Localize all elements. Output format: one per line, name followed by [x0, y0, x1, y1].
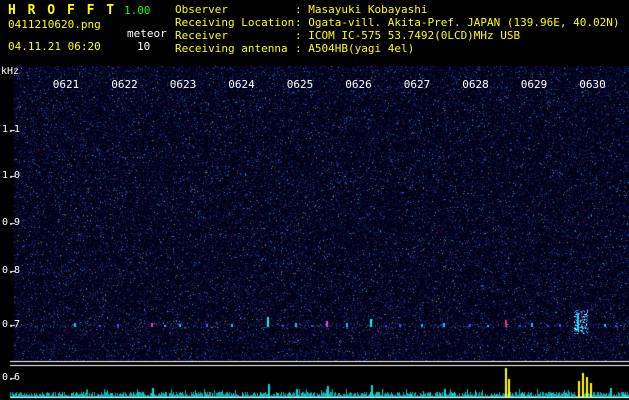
x-tick-label: 0629	[520, 78, 548, 91]
observer-info-block: Observer : Masayuki Kobayashi Receiving Lo…	[175, 3, 620, 55]
info-label: Receiving Location	[175, 16, 295, 29]
x-tick-label: 0628	[462, 78, 489, 91]
y-axis-unit-label: kHz	[1, 66, 20, 77]
y-tick-label: 0.7	[2, 319, 21, 330]
y-tick-label: 0.8	[2, 265, 21, 276]
app-version: 1.00	[124, 4, 151, 17]
x-tick-label: 0624	[228, 78, 255, 91]
info-row: Observer : Masayuki Kobayashi	[175, 3, 620, 16]
echo-count: 10	[137, 40, 151, 53]
output-filename: 0411210620.png	[8, 18, 101, 31]
x-tick-label: 0627	[403, 78, 431, 91]
spectrogram-canvas	[0, 0, 629, 400]
info-row: Receiving antenna : A504HB(yagi 4el)	[175, 42, 620, 55]
x-tick-label: 0630	[579, 78, 606, 91]
timestamp: 04.11.21 06:20	[8, 40, 101, 53]
x-tick-label: 0621	[52, 78, 80, 91]
y-tick-label: 1.0	[2, 170, 21, 181]
x-tick-label: 0623	[169, 78, 197, 91]
info-label: Receiver	[175, 29, 228, 42]
x-tick-label: 0625	[286, 78, 314, 91]
y-tick-label: 1.1	[2, 124, 21, 135]
x-tick-label: 0622	[111, 78, 138, 91]
info-label: Observer	[175, 3, 228, 16]
hrofft-screenshot: H R O F F T 1.00 0411210620.png meteor 0…	[0, 0, 629, 400]
info-row: Receiving Location: Ogata-vill. Akita-Pr…	[175, 16, 620, 29]
info-label: Receiving antenna	[175, 42, 288, 55]
info-value: : Masayuki Kobayashi	[295, 3, 428, 16]
info-value: : A504HB(yagi 4el)	[295, 42, 415, 55]
x-tick-label: 0626	[345, 78, 372, 91]
info-row: Receiver : ICOM IC-575 53.7492(0LCD)MHz U…	[175, 29, 620, 42]
mode-label: meteor	[127, 27, 167, 40]
y-tick-label: 0.6	[2, 372, 21, 383]
app-logo: H R O F F T	[8, 3, 117, 18]
info-value: : Ogata-vill. Akita-Pref. JAPAN (139.96E…	[295, 16, 620, 29]
info-value: : ICOM IC-575 53.7492(0LCD)MHz USB	[295, 29, 521, 42]
y-tick-label: 0.9	[2, 217, 21, 228]
